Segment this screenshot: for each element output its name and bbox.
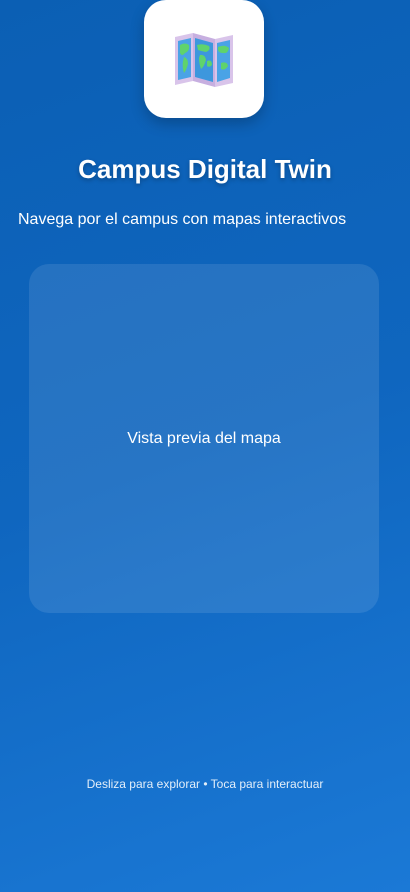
world-map-icon (175, 33, 233, 87)
app-title: Campus Digital Twin (78, 154, 332, 184)
map-preview-label: Vista previa del mapa (127, 429, 281, 447)
app-subtitle: Navega por el campus con mapas interacti… (18, 211, 347, 228)
gesture-hint: Desliza para explorar • Toca para intera… (86, 777, 324, 791)
app-logo (144, 0, 264, 118)
map-preview-card[interactable]: Vista previa del mapa (29, 264, 379, 613)
